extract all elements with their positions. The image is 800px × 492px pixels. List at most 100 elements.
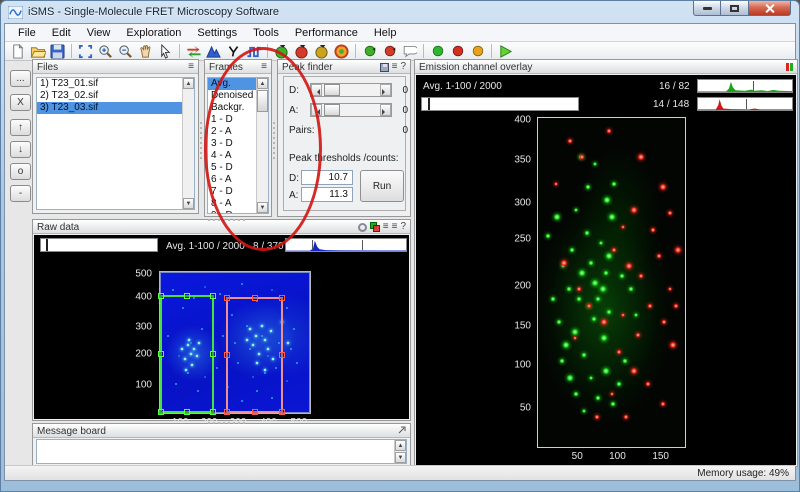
menu-settings[interactable]: Settings xyxy=(190,25,244,41)
roi-handle[interactable] xyxy=(210,293,216,299)
reload-red-icon[interactable] xyxy=(292,43,311,60)
menu-performance[interactable]: Performance xyxy=(288,25,365,41)
data-cursor-icon[interactable] xyxy=(156,43,175,60)
contrast-min-marker[interactable] xyxy=(312,240,313,250)
list-item[interactable]: 2) T23_02.sif xyxy=(37,90,194,102)
slider-thumb[interactable] xyxy=(324,104,340,116)
donor-roi[interactable] xyxy=(160,295,214,413)
peak-finder-titlebar[interactable]: Peak finder ≡ ? xyxy=(278,60,410,74)
red-green-channels-icon[interactable] xyxy=(786,63,793,71)
menu-tools[interactable]: Tools xyxy=(246,25,286,41)
list-item[interactable]: 1) T23_01.sif xyxy=(37,78,194,90)
play-green-icon[interactable] xyxy=(360,43,379,60)
channel-arrows-icon[interactable] xyxy=(184,43,203,60)
scroll-down-icon[interactable]: ▼ xyxy=(183,198,194,209)
frames-scrollbar[interactable]: ▲ ▼ xyxy=(256,78,268,213)
save-settings-icon[interactable] xyxy=(380,63,389,72)
emission-plot[interactable] xyxy=(537,117,686,448)
roi-handle[interactable] xyxy=(158,293,164,299)
help-icon[interactable]: ? xyxy=(400,222,406,232)
frame-slider[interactable] xyxy=(40,238,158,252)
options-button[interactable]: o xyxy=(10,163,31,180)
roi-handle[interactable] xyxy=(184,409,190,415)
emission-image[interactable] xyxy=(538,118,685,447)
slider-marker[interactable] xyxy=(46,239,48,251)
menu-edit[interactable]: Edit xyxy=(45,25,78,41)
new-file-icon[interactable] xyxy=(8,43,27,60)
roi-handle[interactable] xyxy=(279,352,285,358)
roi-handle[interactable] xyxy=(224,352,230,358)
menu-view[interactable]: View xyxy=(80,25,118,41)
menu-file[interactable]: File xyxy=(11,25,43,41)
slider-thumb[interactable] xyxy=(324,84,340,96)
raw-data-menu2-icon[interactable]: ≡ xyxy=(392,222,398,232)
slider-right-arrow[interactable] xyxy=(380,84,391,96)
d-threshold-slider[interactable] xyxy=(310,83,392,97)
roi-handle[interactable] xyxy=(279,409,285,415)
add-file-button[interactable]: ... xyxy=(10,70,31,87)
roi-handle[interactable] xyxy=(279,295,285,301)
threshold-marker[interactable] xyxy=(753,81,754,91)
d-threshold-field[interactable]: 10.7 xyxy=(301,170,353,185)
frames-panel-titlebar[interactable]: Frames ≡ xyxy=(205,60,271,74)
list-item[interactable]: 3) T23_03.sif xyxy=(37,102,194,114)
red-histogram[interactable] xyxy=(697,97,793,111)
frames-listbox[interactable]: Avg.DenoisedBackgr.1 - D2 - A3 - D4 - A5… xyxy=(207,77,269,214)
slider-track[interactable] xyxy=(322,104,380,116)
run-button[interactable]: Run xyxy=(360,170,404,202)
save-icon[interactable] xyxy=(48,43,67,60)
message-scrollbar[interactable]: ▲ ▼ xyxy=(394,440,406,463)
slider-left-arrow[interactable] xyxy=(311,104,322,116)
scroll-down-icon[interactable]: ▼ xyxy=(257,202,268,213)
status-green-icon[interactable] xyxy=(428,43,447,60)
minimize-button[interactable] xyxy=(693,1,721,16)
roi-handle[interactable] xyxy=(224,409,230,415)
splitter[interactable] xyxy=(185,420,265,426)
histogram-icon[interactable] xyxy=(204,43,223,60)
close-button[interactable] xyxy=(749,1,791,16)
record-ring-icon[interactable] xyxy=(332,43,351,60)
raw-data-menu-icon[interactable]: ≡ xyxy=(383,222,389,232)
run-analysis-icon[interactable] xyxy=(496,43,515,60)
zoom-in-icon[interactable] xyxy=(96,43,115,60)
status-red-icon[interactable] xyxy=(448,43,467,60)
comment-bubble-icon[interactable] xyxy=(400,43,419,60)
y-traces-icon[interactable] xyxy=(224,43,243,60)
status-orange-icon[interactable] xyxy=(468,43,487,60)
slider-left-arrow[interactable] xyxy=(311,84,322,96)
green-histogram[interactable] xyxy=(697,79,793,93)
reload-dark-icon[interactable] xyxy=(312,43,331,60)
pan-hand-icon[interactable] xyxy=(136,43,155,60)
settings-gear-icon[interactable] xyxy=(358,223,367,232)
scrollbar-thumb[interactable] xyxy=(257,90,268,112)
splitter[interactable] xyxy=(185,217,265,223)
remove-file-button[interactable]: X xyxy=(10,94,31,111)
roi-handle[interactable] xyxy=(184,293,190,299)
channel-overlay-icon[interactable] xyxy=(370,222,380,232)
roi-handle[interactable] xyxy=(210,351,216,357)
files-menu-icon[interactable]: ≡ xyxy=(188,62,194,72)
message-board-titlebar[interactable]: Message board xyxy=(33,424,410,438)
roi-handle[interactable] xyxy=(158,409,164,415)
zoom-out-icon[interactable] xyxy=(116,43,135,60)
roi-handle[interactable] xyxy=(210,409,216,415)
slider-right-arrow[interactable] xyxy=(380,104,391,116)
roi-handle[interactable] xyxy=(252,409,258,415)
minus-button[interactable]: - xyxy=(10,185,31,202)
help-icon[interactable]: ? xyxy=(400,62,406,72)
roi-handle[interactable] xyxy=(224,295,230,301)
roi-handle[interactable] xyxy=(158,351,164,357)
move-up-button[interactable]: ↑ xyxy=(10,119,31,136)
slider-marker[interactable] xyxy=(428,98,430,110)
splitter[interactable] xyxy=(271,84,277,194)
pulse-trace-icon[interactable] xyxy=(244,43,263,60)
splitter[interactable] xyxy=(198,84,204,194)
files-panel-titlebar[interactable]: Files ≡ xyxy=(33,60,198,74)
scroll-up-icon[interactable]: ▲ xyxy=(183,78,194,89)
title-bar[interactable]: iSMS - Single-Molecule FRET Microscopy S… xyxy=(1,1,799,23)
slider-track[interactable] xyxy=(322,84,380,96)
scroll-down-icon[interactable]: ▼ xyxy=(395,452,406,463)
move-down-button[interactable]: ↓ xyxy=(10,141,31,158)
maximize-button[interactable] xyxy=(721,1,749,16)
emission-titlebar[interactable]: Emission channel overlay xyxy=(415,60,797,74)
